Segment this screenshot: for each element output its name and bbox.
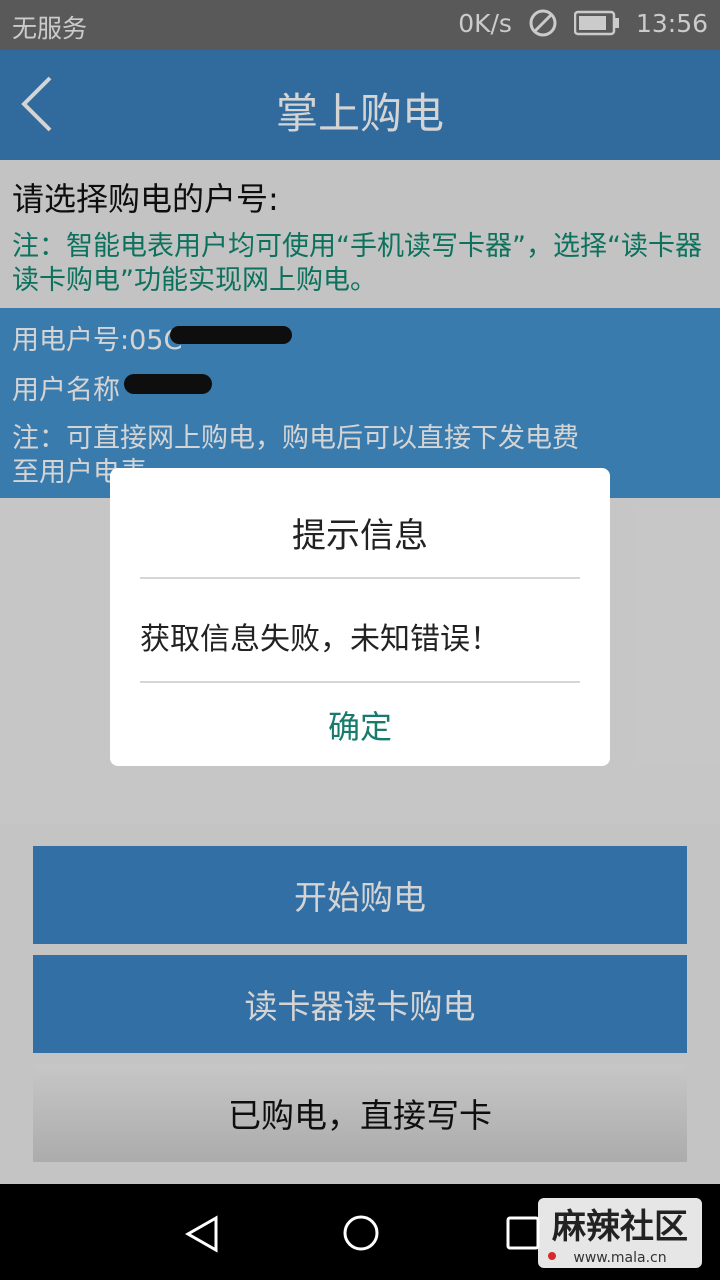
alert-dialog: 提示信息 获取信息失败，未知错误！ 确定	[110, 468, 610, 766]
home-icon[interactable]	[341, 1213, 381, 1253]
dialog-message: 获取信息失败，未知错误！	[140, 622, 500, 657]
dialog-divider	[140, 681, 580, 683]
dialog-title: 提示信息	[292, 516, 428, 556]
watermark-brand: 麻辣社区	[552, 1207, 688, 1247]
back-icon[interactable]	[182, 1214, 222, 1254]
confirm-button[interactable]: 确定	[110, 684, 610, 766]
dialog-divider	[140, 577, 580, 579]
watermark-logo: 麻辣社区 www.mala.cn	[538, 1198, 702, 1268]
watermark-url: www.mala.cn	[573, 1250, 666, 1266]
